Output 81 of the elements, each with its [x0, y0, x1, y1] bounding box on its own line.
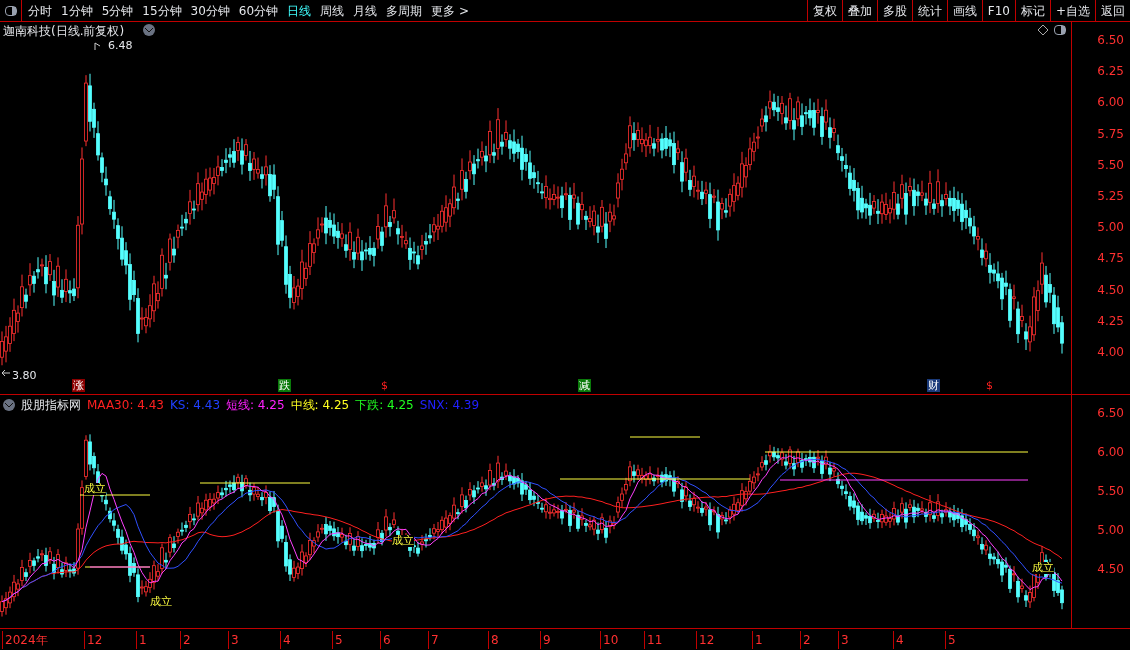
signal-label: 成立 [150, 596, 172, 608]
price-axis-label: 5.25 [1096, 187, 1125, 205]
time-axis-label: 3 [228, 631, 239, 649]
period-tab[interactable]: 60分钟 [238, 1, 279, 20]
time-axis-label: 11 [644, 631, 663, 649]
signal-tag: 减 [578, 379, 591, 392]
indicator-value: 下跌: 4.25 [355, 397, 414, 414]
indicator-value: SNX: 4.39 [419, 397, 480, 414]
period-tab[interactable]: 更多 > [431, 1, 469, 20]
indicator-value: 短线: 4.25 [226, 397, 285, 414]
price-axis-label: 6.00 [1096, 94, 1125, 112]
period-tab[interactable]: 分时 [28, 1, 52, 20]
signal-tag: 跌 [278, 379, 291, 392]
price-axis-label: 4.50 [1096, 561, 1125, 578]
price-axis-label: 4.00 [1096, 343, 1125, 361]
price-axis-label: 5.75 [1096, 125, 1125, 143]
toolbar-button[interactable]: 多股 [876, 0, 912, 21]
indicator-value: MAA30: 4.43 [87, 397, 164, 414]
time-axis-label: 1 [752, 631, 763, 649]
panel-toggle-icon[interactable] [1054, 25, 1066, 35]
period-tab[interactable]: 5分钟 [101, 1, 134, 20]
price-axis-label: 6.50 [1096, 405, 1125, 422]
diamond-icon[interactable] [1038, 25, 1048, 35]
toolbar-button[interactable]: 统计 [911, 0, 947, 21]
indicator-value: KS: 4.43 [169, 397, 220, 414]
period-tab[interactable]: 多周期 [386, 1, 423, 20]
signal-tag: 涨 [72, 379, 85, 392]
price-axis-label: 5.00 [1096, 219, 1125, 237]
time-axis-label: 2 [180, 631, 191, 649]
period-tab[interactable]: 日线 [287, 1, 312, 20]
toolbar-button[interactable]: 复权 [806, 0, 842, 21]
time-axis-label: 6 [380, 631, 391, 649]
toolbar-button[interactable]: 画线 [946, 0, 982, 21]
signal-tag: $ [380, 379, 389, 392]
period-tab[interactable]: 1分钟 [61, 1, 93, 20]
high-price-label: 6.48 [108, 38, 133, 54]
low-marker-icon [1, 369, 11, 377]
time-axis-label: 8 [488, 631, 499, 649]
time-axis-label: 2 [800, 631, 811, 649]
price-axis-label: 4.25 [1096, 312, 1125, 330]
price-axis-label: 5.50 [1096, 156, 1125, 174]
time-axis-label: 12 [84, 631, 103, 649]
period-tab[interactable]: 30分钟 [190, 1, 230, 20]
signal-label: 成立 [1032, 562, 1054, 574]
time-axis-label: 9 [540, 631, 551, 649]
indicator-title: 股朋指标网 [21, 397, 81, 414]
toolbar-button[interactable]: +自选 [1049, 0, 1095, 21]
high-marker-icon [94, 42, 101, 51]
time-axis-label: 1 [136, 631, 147, 649]
period-tab[interactable]: 周线 [320, 1, 345, 20]
price-axis-label: 5.00 [1096, 522, 1125, 539]
signal-label: 成立 [84, 483, 106, 495]
signal-tag: $ [985, 379, 994, 392]
time-axis-label: 7 [428, 631, 439, 649]
indicator-value: 中线: 4.25 [290, 397, 350, 414]
time-axis-label: 10 [600, 631, 619, 649]
signal-label: 成立 [392, 535, 414, 547]
time-axis-label: 5 [945, 631, 956, 649]
dropdown-icon[interactable] [3, 399, 15, 411]
price-axis-label: 4.50 [1096, 281, 1125, 299]
period-tab[interactable]: 15分钟 [142, 1, 182, 20]
signal-tag: 财 [927, 379, 940, 392]
time-axis-label: 4 [893, 631, 904, 649]
toolbar-button[interactable]: 标记 [1014, 0, 1050, 21]
price-axis-label: 5.50 [1096, 483, 1125, 500]
toolbar-button[interactable]: 返回 [1095, 0, 1130, 21]
price-axis-label: 6.25 [1096, 63, 1125, 81]
period-tab[interactable]: 月线 [353, 1, 378, 20]
price-axis-label: 6.50 [1096, 32, 1125, 49]
price-axis-label: 6.00 [1096, 444, 1125, 461]
toolbar-button[interactable]: F10 [981, 0, 1015, 21]
low-price-label: 3.80 [12, 368, 37, 384]
chart-title: 迦南科技(日线.前复权) [3, 23, 125, 40]
time-axis-label: 3 [838, 631, 849, 649]
price-axis-label: 4.75 [1096, 250, 1125, 268]
time-axis-label: 2024年 [2, 631, 48, 649]
dropdown-icon[interactable] [143, 24, 155, 36]
time-axis-label: 5 [332, 631, 343, 649]
time-axis-label: 12 [696, 631, 715, 649]
toolbar-button[interactable]: 叠加 [841, 0, 877, 21]
time-axis-label: 4 [280, 631, 291, 649]
